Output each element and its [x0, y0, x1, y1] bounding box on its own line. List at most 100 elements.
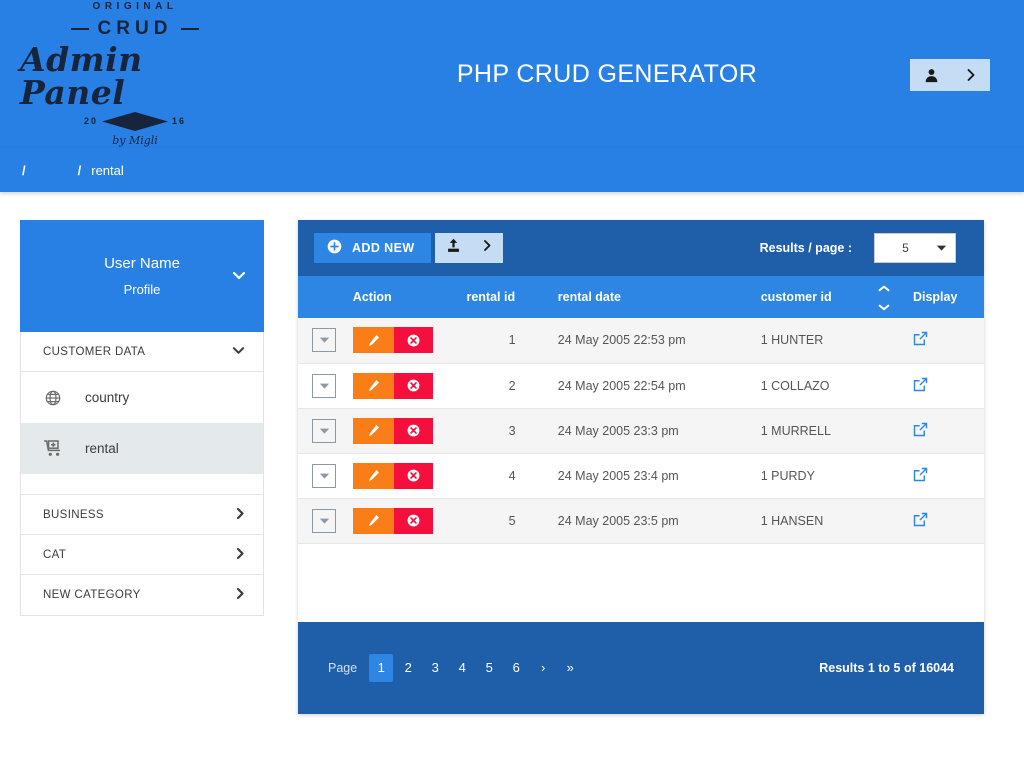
column-header-action[interactable]: Action [353, 276, 467, 318]
table-header-row: Action rental id rental date customer id [298, 276, 984, 318]
user-menu-button[interactable] [910, 59, 990, 91]
row-action-cell [353, 363, 467, 408]
export-button[interactable] [435, 233, 503, 263]
user-icon [924, 68, 939, 83]
sidebar-item-label: rental [85, 441, 119, 456]
results-per-page-group: Results / page : 5 [760, 233, 956, 263]
column-header-customer-id[interactable]: customer id [761, 276, 913, 318]
logo-admin-panel-text: Admin Panel [20, 43, 250, 109]
row-expand-cell [298, 498, 353, 543]
external-link-icon[interactable] [913, 467, 928, 482]
column-header-rental-date[interactable]: rental date [558, 276, 761, 318]
external-link-icon[interactable] [913, 377, 928, 392]
table-row[interactable]: 5 24 May 2005 23:5 pm 1 HANSEN [298, 498, 984, 543]
edit-button[interactable] [353, 508, 394, 534]
logo-byline: by Migli [112, 135, 158, 146]
table-row[interactable]: 4 24 May 2005 23:4 pm 1 PURDY [298, 453, 984, 498]
external-link-icon[interactable] [913, 331, 928, 346]
sidebar-item-country[interactable]: country [21, 372, 263, 423]
cell-customer-id: 1 HANSEN [761, 498, 913, 543]
table-header: Action rental id rental date customer id [298, 276, 984, 318]
delete-button[interactable] [394, 508, 433, 534]
page-title: PHP CRUD GENERATOR [250, 60, 1024, 89]
logo-original-text: ORIGINAL [93, 2, 178, 12]
external-link-icon[interactable] [913, 512, 928, 527]
cell-rental-id: 2 [466, 363, 557, 408]
column-header-expand [298, 276, 353, 318]
cell-customer-id: 1 MURRELL [761, 408, 913, 453]
edit-button[interactable] [353, 327, 394, 353]
table-row[interactable]: 3 24 May 2005 23:3 pm 1 MURRELL [298, 408, 984, 453]
pagination-next-button[interactable]: › [531, 654, 555, 682]
caret-square-down-icon[interactable] [312, 328, 336, 352]
row-expand-cell [298, 453, 353, 498]
cell-display [913, 498, 984, 543]
sidebar-user-profile-link[interactable]: Profile [124, 282, 161, 297]
sidebar-section-customer-data[interactable]: CUSTOMER DATA [21, 332, 263, 372]
column-header-display: Display [913, 276, 984, 318]
sidebar-user-card[interactable]: User Name Profile [20, 220, 264, 332]
pagination-label: Page [328, 661, 357, 675]
breadcrumb-separator-2[interactable]: / [78, 163, 82, 178]
sidebar-section-new-category[interactable]: NEW CATEGORY [21, 575, 263, 615]
delete-button[interactable] [394, 327, 433, 353]
brand-logo: ORIGINAL CRUD Admin Panel 20 16 by Migli [20, 2, 250, 146]
pagination-page-2[interactable]: 2 [396, 654, 420, 682]
cell-rental-id: 5 [466, 498, 557, 543]
app-header: ORIGINAL CRUD Admin Panel 20 16 by Migli… [0, 0, 1024, 148]
caret-square-down-icon[interactable] [312, 509, 336, 533]
pagination: Page 1 2 3 4 5 6 › » [328, 654, 582, 682]
caret-square-down-icon[interactable] [312, 419, 336, 443]
delete-button[interactable] [394, 463, 433, 489]
pagination-page-6[interactable]: 6 [504, 654, 528, 682]
delete-button[interactable] [394, 373, 433, 399]
table-row[interactable]: 1 24 May 2005 22:53 pm 1 HUNTER [298, 318, 984, 363]
rental-table: Action rental id rental date customer id [298, 276, 984, 544]
sort-toggle[interactable] [878, 281, 890, 314]
cell-rental-date: 24 May 2005 22:53 pm [558, 318, 761, 363]
chevron-down-icon [232, 346, 245, 358]
panel-toolbar: ADD NEW Results / page : 5 [298, 220, 984, 276]
pagination-page-5[interactable]: 5 [477, 654, 501, 682]
row-expand-cell [298, 363, 353, 408]
breadcrumb-current[interactable]: rental [91, 163, 124, 178]
table-body: 1 24 May 2005 22:53 pm 1 HUNTER [298, 318, 984, 543]
chevron-right-icon [236, 587, 245, 603]
add-new-label: ADD NEW [352, 241, 415, 255]
globe-icon [43, 390, 63, 406]
cell-rental-id: 4 [466, 453, 557, 498]
sidebar-section-business[interactable]: BUSINESS [21, 495, 263, 535]
results-per-page-label: Results / page : [760, 241, 852, 255]
sidebar-user-name: User Name [104, 255, 180, 272]
sidebar-item-rental[interactable]: rental [21, 423, 263, 474]
results-per-page-select[interactable]: 5 [874, 233, 956, 263]
breadcrumb-separator-1[interactable]: / [22, 163, 26, 178]
cell-rental-date: 24 May 2005 23:5 pm [558, 498, 761, 543]
pagination-last-button[interactable]: » [558, 654, 582, 682]
cell-rental-id: 3 [466, 408, 557, 453]
cell-display [913, 408, 984, 453]
chevron-right-icon [966, 68, 976, 82]
caret-square-down-icon[interactable] [312, 464, 336, 488]
table-filler [298, 544, 984, 622]
edit-button[interactable] [353, 463, 394, 489]
edit-button[interactable] [353, 418, 394, 444]
pagination-page-3[interactable]: 3 [423, 654, 447, 682]
add-new-button[interactable]: ADD NEW [314, 233, 431, 263]
cell-display [913, 453, 984, 498]
cell-display [913, 318, 984, 363]
sidebar-section-cat[interactable]: CAT [21, 535, 263, 575]
caret-square-down-icon[interactable] [312, 374, 336, 398]
pagination-page-1[interactable]: 1 [369, 654, 393, 682]
delete-button[interactable] [394, 418, 433, 444]
column-header-customer-id-label: customer id [761, 290, 832, 304]
row-expand-cell [298, 318, 353, 363]
edit-button[interactable] [353, 373, 394, 399]
sidebar-item-label: country [85, 390, 129, 405]
column-header-rental-id[interactable]: rental id [466, 276, 557, 318]
cell-rental-date: 24 May 2005 23:4 pm [558, 453, 761, 498]
external-link-icon[interactable] [913, 422, 928, 437]
pagination-page-4[interactable]: 4 [450, 654, 474, 682]
table-row[interactable]: 2 24 May 2005 22:54 pm 1 COLLAZO [298, 363, 984, 408]
row-action-cell [353, 408, 467, 453]
